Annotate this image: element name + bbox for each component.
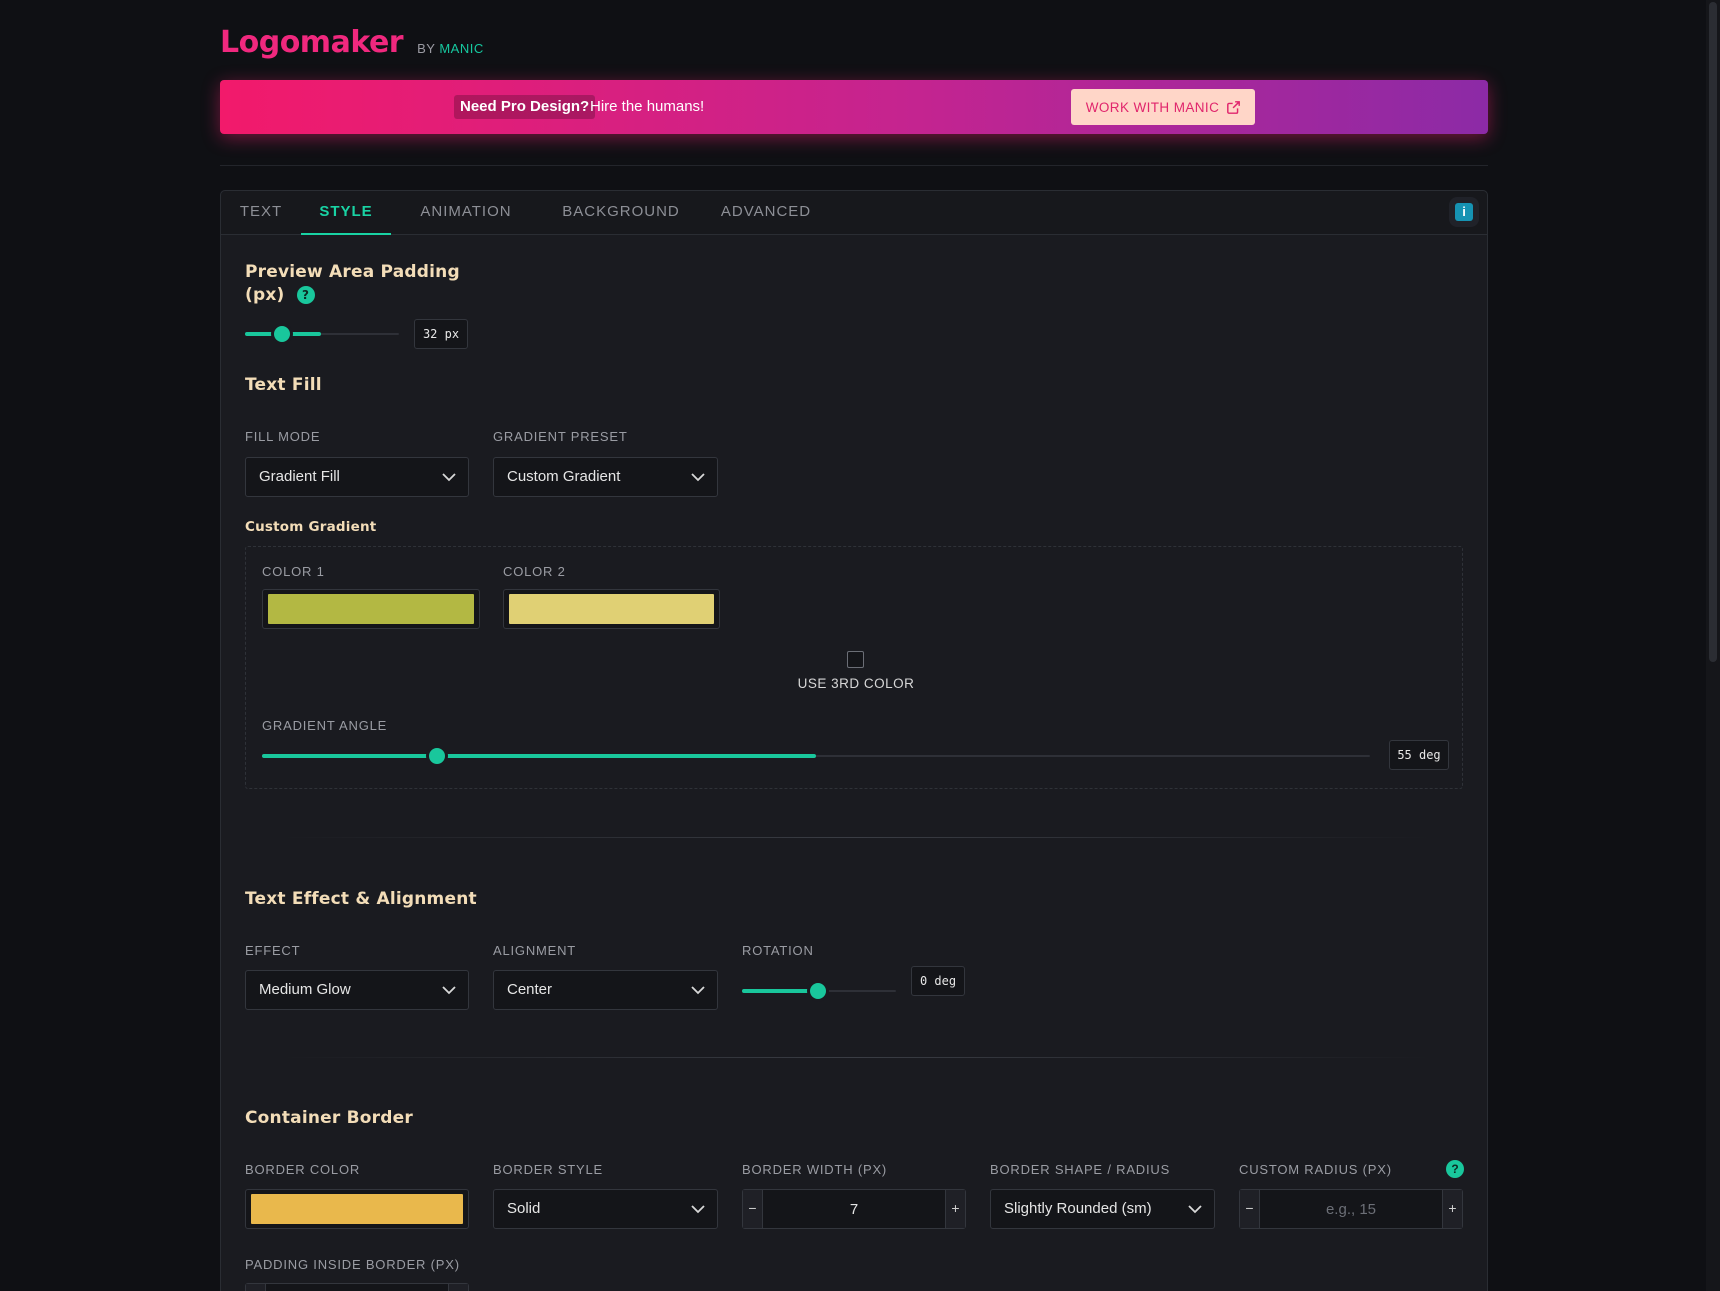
info-icon[interactable]: i (1455, 203, 1473, 221)
border-shape-select[interactable]: Slightly Rounded (sm) (990, 1189, 1215, 1229)
alignment-label: ALIGNMENT (493, 943, 577, 958)
padding-title-line2-row: (px) ? (245, 284, 460, 307)
header-divider (220, 165, 1488, 166)
border-color-picker[interactable] (245, 1189, 469, 1229)
use-third-color-checkbox[interactable] (847, 651, 864, 668)
rotation-slider[interactable] (742, 983, 896, 999)
chevron-down-icon (691, 986, 705, 995)
promo-subtext: Hire the humans! (590, 98, 705, 115)
chevron-down-icon (1188, 1205, 1202, 1214)
padding-slider-thumb[interactable] (274, 326, 290, 342)
container-border-title: Container Border (245, 1108, 413, 1128)
border-width-input[interactable] (764, 1190, 944, 1228)
chevron-down-icon (442, 473, 456, 482)
border-color-label: BORDER COLOR (245, 1162, 361, 1177)
padding-inside-increment-button[interactable]: + (448, 1284, 468, 1291)
gradient-preset-label: GRADIENT PRESET (493, 429, 628, 444)
promo-banner: Need Pro Design? Hire the humans! WORK W… (220, 80, 1488, 134)
padding-help-icon[interactable]: ? (296, 286, 315, 304)
border-width-label: BORDER WIDTH (PX) (742, 1162, 888, 1177)
custom-radius-input[interactable] (1261, 1190, 1441, 1228)
alignment-value: Center (507, 981, 553, 998)
border-width-increment-button[interactable]: + (945, 1190, 965, 1228)
gradient-preset-value: Custom Gradient (507, 468, 621, 485)
custom-gradient-box: COLOR 1 COLOR 2 USE 3RD COLOR GRADIENT A… (245, 546, 1463, 789)
tab-animation[interactable]: ANIMATION (391, 191, 541, 235)
settings-panel: TEXT STYLE ANIMATION BACKGROUND ADVANCED… (220, 190, 1488, 1291)
padding-title-line1: Preview Area Padding (245, 262, 460, 282)
rotation-label: ROTATION (742, 943, 814, 958)
section-divider (281, 837, 1431, 838)
tab-bar: TEXT STYLE ANIMATION BACKGROUND ADVANCED… (221, 191, 1487, 235)
color1-swatch (268, 594, 474, 624)
padding-inside-border-label: PADDING INSIDE BORDER (PX) (245, 1257, 460, 1272)
tab-background[interactable]: BACKGROUND (541, 191, 701, 235)
border-width-decrement-button[interactable]: − (743, 1190, 763, 1228)
tab-text[interactable]: TEXT (221, 191, 301, 235)
chevron-down-icon (691, 473, 705, 482)
tab-advanced[interactable]: ADVANCED (701, 191, 831, 235)
effect-value: Medium Glow (259, 981, 351, 998)
border-shape-value: Slightly Rounded (sm) (1004, 1200, 1152, 1217)
logo[interactable]: Logomaker (220, 26, 404, 60)
custom-radius-help-icon[interactable]: ? (1446, 1160, 1464, 1178)
custom-radius-label: CUSTOM RADIUS (PX) (1239, 1162, 1392, 1177)
border-shape-label: BORDER SHAPE / RADIUS (990, 1162, 1171, 1177)
gradient-angle-label: GRADIENT ANGLE (262, 718, 388, 733)
effect-label: EFFECT (245, 943, 301, 958)
tab-style[interactable]: STYLE (301, 191, 391, 235)
text-fill-title: Text Fill (245, 375, 322, 395)
chevron-down-icon (691, 1205, 705, 1214)
manic-link[interactable]: MANIC (439, 41, 483, 56)
page-scrollbar[interactable] (1706, 0, 1720, 1291)
border-width-stepper: − + (742, 1189, 966, 1229)
fill-mode-select[interactable]: Gradient Fill (245, 457, 469, 497)
rotation-value: 0 deg (911, 966, 965, 996)
border-style-select[interactable]: Solid (493, 1189, 718, 1229)
padding-inside-input[interactable] (267, 1284, 447, 1291)
custom-radius-increment-button[interactable]: + (1442, 1190, 1462, 1228)
rotation-slider-thumb[interactable] (810, 983, 826, 999)
padding-inside-decrement-button[interactable]: − (246, 1284, 266, 1291)
custom-radius-stepper: − + (1239, 1189, 1463, 1229)
custom-radius-decrement-button[interactable]: − (1240, 1190, 1260, 1228)
by-label: BY (417, 41, 436, 56)
promo-highlight: Need Pro Design? (454, 95, 596, 119)
effect-select[interactable]: Medium Glow (245, 970, 469, 1010)
border-style-label: BORDER STYLE (493, 1162, 604, 1177)
color1-label: COLOR 1 (262, 564, 325, 579)
gradient-angle-value: 55 deg (1389, 740, 1449, 770)
alignment-select[interactable]: Center (493, 970, 718, 1010)
padding-value: 32 px (414, 319, 468, 349)
text-effect-title: Text Effect & Alignment (245, 889, 477, 909)
fill-mode-value: Gradient Fill (259, 468, 340, 485)
padding-title-line2: (px) (245, 285, 285, 305)
chevron-down-icon (442, 986, 456, 995)
padding-inside-border-stepper: − + (245, 1283, 469, 1291)
use-third-color-label: USE 3RD COLOR (797, 676, 915, 691)
angle-slider-fill (262, 754, 816, 758)
brand-header: Logomaker BY MANIC (220, 20, 484, 60)
border-color-swatch (251, 1194, 463, 1224)
padding-title: Preview Area Padding (px) ? (245, 261, 460, 307)
angle-slider-thumb[interactable] (429, 748, 445, 764)
color2-picker[interactable] (503, 589, 720, 629)
fill-mode-label: FILL MODE (245, 429, 321, 444)
work-with-manic-button[interactable]: WORK WITH MANIC (1071, 89, 1255, 125)
color2-swatch (509, 594, 714, 624)
gradient-angle-slider[interactable] (262, 748, 1370, 764)
rotation-slider-fill (742, 989, 812, 993)
cta-label: WORK WITH MANIC (1085, 99, 1220, 115)
gradient-preset-select[interactable]: Custom Gradient (493, 457, 718, 497)
custom-gradient-title: Custom Gradient (245, 519, 377, 535)
color1-picker[interactable] (262, 589, 480, 629)
border-style-value: Solid (507, 1200, 541, 1217)
color2-label: COLOR 2 (503, 564, 566, 579)
padding-slider[interactable] (245, 326, 399, 342)
scrollbar-thumb[interactable] (1709, 2, 1717, 662)
by-manic: BY MANIC (417, 41, 484, 56)
external-link-icon (1227, 100, 1241, 114)
section-divider (281, 1057, 1431, 1058)
